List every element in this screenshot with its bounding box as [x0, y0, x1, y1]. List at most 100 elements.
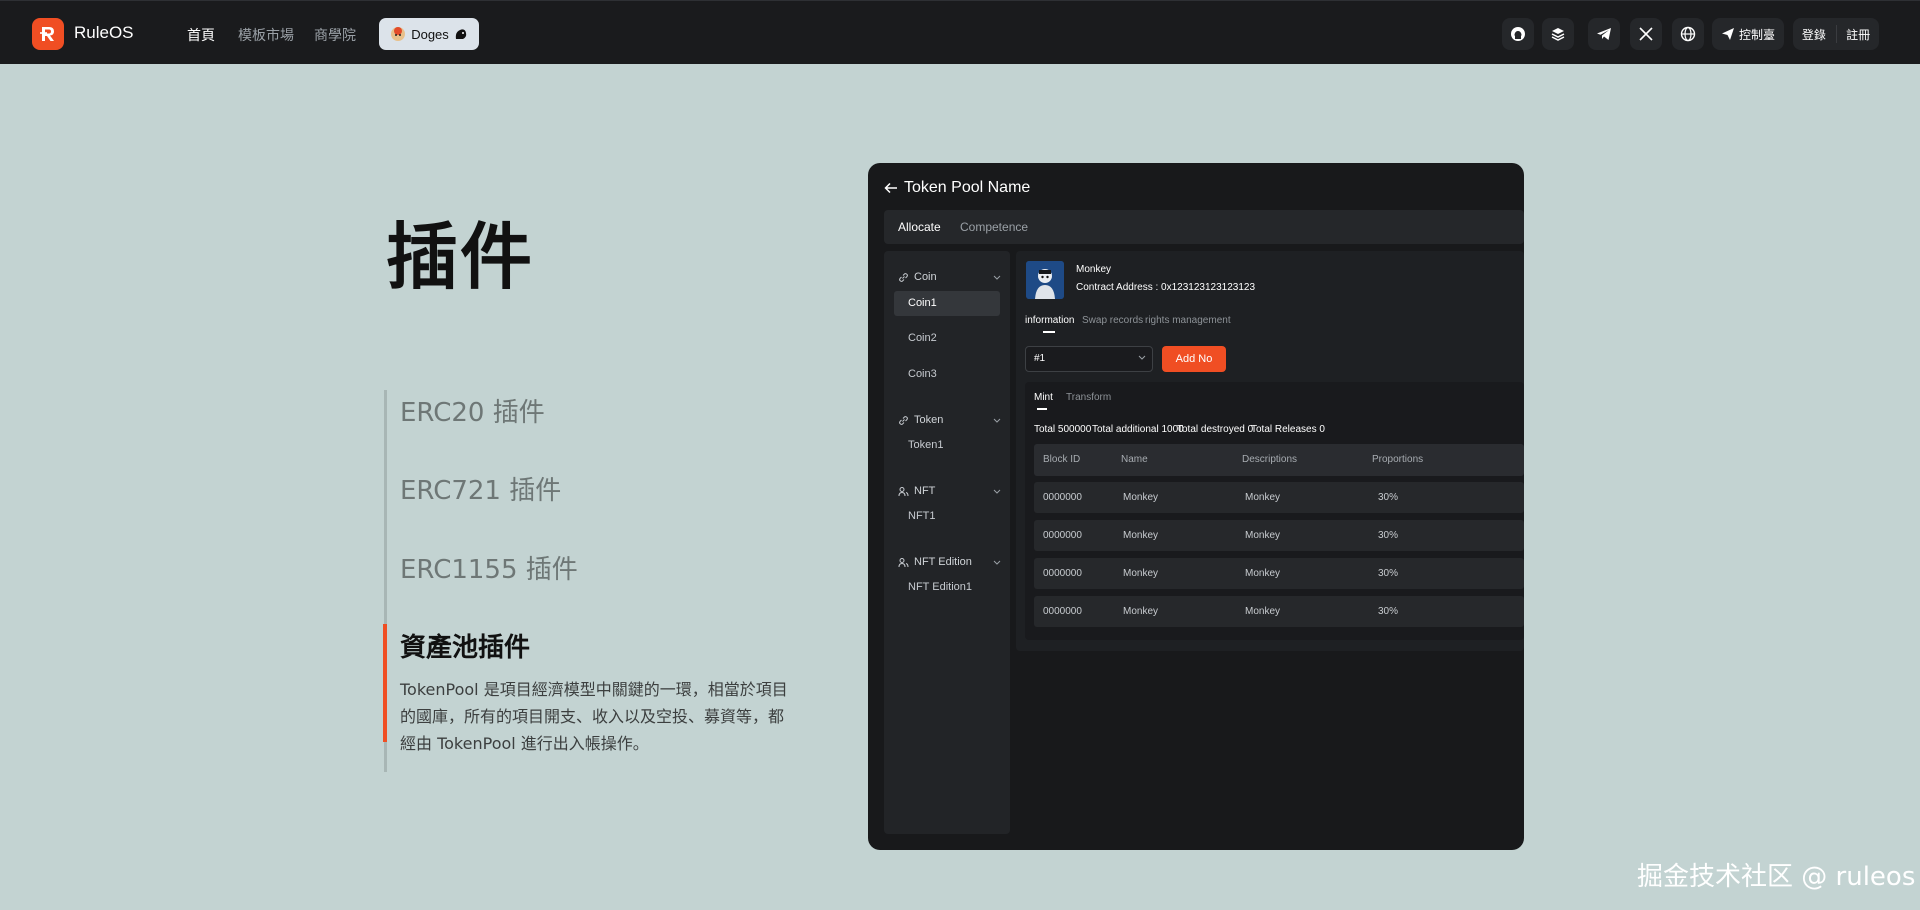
sidebar-item-coin2[interactable]: Coin2	[894, 326, 1000, 351]
login-button[interactable]: 登錄	[1802, 26, 1826, 43]
page-title: 插件	[386, 215, 535, 299]
table-header: Block ID Name Descriptions Proportions	[1034, 444, 1524, 476]
asset-detail-panel: Monkey Contract Address : 0x123123123123…	[1016, 251, 1524, 651]
add-no-button[interactable]: Add No	[1162, 346, 1226, 372]
sidebar-item-coin3[interactable]: Coin3	[894, 362, 1000, 387]
sidebar-group-token[interactable]: Token	[898, 414, 943, 426]
cell-description: Monkey	[1245, 530, 1281, 541]
doge-avatar-icon	[391, 27, 406, 41]
github-button[interactable]	[1502, 18, 1534, 50]
cell-name: Monkey	[1123, 606, 1159, 617]
globe-icon	[1680, 26, 1696, 42]
plugin-item-erc721[interactable]: ERC721 插件	[400, 470, 561, 507]
chevron-down-icon[interactable]	[993, 418, 1001, 424]
docs-button[interactable]	[1542, 18, 1574, 50]
nav-business-school[interactable]: 商學院	[314, 25, 356, 45]
sidebar-group-label: NFT Edition	[914, 556, 972, 568]
chevron-down-icon[interactable]	[993, 275, 1001, 281]
doge-mascot-icon	[455, 29, 466, 39]
asset-sidebar: Coin Coin1 Coin2 Coin3 Token Token1 NFT …	[884, 251, 1010, 834]
column-header: Descriptions	[1242, 454, 1298, 465]
nav-home[interactable]: 首頁	[187, 25, 215, 45]
x-twitter-button[interactable]	[1630, 18, 1662, 50]
cell-proportion: 30%	[1378, 568, 1399, 579]
table-row[interactable]: 0000000 Monkey Monkey 30%	[1034, 520, 1524, 551]
sidebar-item-token1[interactable]: Token1	[894, 433, 1000, 458]
tab-allocate[interactable]: Allocate	[898, 220, 941, 234]
token-pool-preview: Token Pool Name Allocate Competence Coin…	[868, 163, 1524, 850]
cell-description: Monkey	[1245, 606, 1281, 617]
layers-icon	[1551, 28, 1565, 41]
tab-competence[interactable]: Competence	[960, 220, 1028, 234]
brand-name[interactable]: RuleOS	[74, 23, 134, 43]
plugin-active-indicator	[383, 624, 387, 742]
plugin-item-erc20[interactable]: ERC20 插件	[400, 392, 545, 429]
auth-group: 登錄 註冊	[1793, 18, 1879, 50]
sidebar-group-coin[interactable]: Coin	[898, 271, 937, 283]
table-row[interactable]: 0000000 Monkey Monkey 30%	[1034, 558, 1524, 589]
back-arrow-icon[interactable]	[884, 181, 898, 195]
auth-divider	[1835, 25, 1837, 43]
register-button[interactable]: 註冊	[1846, 26, 1870, 43]
cell-description: Monkey	[1245, 492, 1281, 503]
users-icon	[898, 557, 909, 567]
sidebar-group-nft[interactable]: NFT	[898, 485, 935, 497]
tab-mint[interactable]: Mint	[1034, 392, 1053, 403]
link-icon	[899, 272, 908, 282]
language-button[interactable]	[1672, 18, 1704, 50]
chevron-down-icon	[1138, 355, 1146, 360]
telegram-icon	[1597, 28, 1611, 40]
asset-name: Monkey	[1076, 264, 1112, 275]
github-icon	[1511, 27, 1525, 41]
sidebar-item-nft1[interactable]: NFT1	[894, 504, 1000, 529]
doges-label: Doges	[411, 26, 449, 42]
console-button[interactable]: 控制臺	[1712, 18, 1784, 50]
cell-proportion: 30%	[1378, 606, 1399, 617]
cell-name: Monkey	[1123, 492, 1159, 503]
cell-proportion: 30%	[1378, 492, 1399, 503]
mint-panel: Mint Transform Total 500000 Total additi…	[1025, 382, 1524, 640]
active-tab-underline	[1043, 331, 1055, 333]
x-icon	[1639, 27, 1653, 41]
watermark: 掘金技术社区 @ ruleos	[1637, 862, 1916, 892]
chevron-down-icon[interactable]	[993, 489, 1001, 495]
tab-swap-records[interactable]: Swap records	[1082, 315, 1143, 326]
table-row[interactable]: 0000000 Monkey Monkey 30%	[1034, 482, 1524, 513]
tab-information[interactable]: information	[1025, 315, 1074, 326]
sidebar-group-nft-edition[interactable]: NFT Edition	[898, 556, 972, 568]
preview-tabs: Allocate Competence	[884, 210, 1524, 244]
cell-name: Monkey	[1123, 530, 1159, 541]
console-label: 控制臺	[1738, 27, 1775, 42]
chevron-down-icon[interactable]	[993, 560, 1001, 566]
cell-block-id: 0000000	[1043, 568, 1082, 579]
doges-button[interactable]: Doges	[379, 18, 479, 50]
send-icon	[1721, 28, 1734, 40]
asset-avatar	[1026, 261, 1064, 299]
plugin-item-erc1155[interactable]: ERC1155 插件	[400, 549, 578, 586]
sidebar-group-label: NFT	[914, 485, 936, 497]
tab-rights-management[interactable]: rights management	[1145, 315, 1231, 326]
stat-total-releases: Total Releases 0	[1251, 424, 1325, 435]
sidebar-group-label: Token	[914, 414, 944, 426]
active-tab-underline	[1037, 408, 1047, 410]
column-header: Proportions	[1372, 454, 1424, 465]
nav-template-market[interactable]: 模板市場	[238, 25, 294, 45]
select-value: #1	[1034, 353, 1046, 364]
sidebar-item-nft-edition1[interactable]: NFT Edition1	[894, 575, 1000, 600]
ruleos-logo-icon[interactable]	[32, 18, 64, 50]
cell-name: Monkey	[1123, 568, 1159, 579]
table-row[interactable]: 0000000 Monkey Monkey 30%	[1034, 596, 1524, 627]
number-select[interactable]: #1	[1025, 346, 1153, 372]
cell-block-id: 0000000	[1043, 492, 1082, 503]
plugin-item-token-pool[interactable]: 資產池插件	[400, 627, 530, 664]
tab-transform[interactable]: Transform	[1066, 392, 1111, 403]
sidebar-item-coin1[interactable]: Coin1	[894, 291, 1000, 316]
column-header: Block ID	[1043, 454, 1081, 465]
users-icon	[898, 486, 909, 496]
cell-proportion: 30%	[1378, 530, 1399, 541]
cell-description: Monkey	[1245, 568, 1281, 579]
sidebar-group-label: Coin	[914, 271, 937, 283]
top-navbar: RuleOS 首頁 模板市場 商學院 Doges 控制臺 登錄 註冊	[0, 0, 1920, 64]
telegram-button[interactable]	[1588, 18, 1620, 50]
column-header: Name	[1121, 454, 1148, 465]
